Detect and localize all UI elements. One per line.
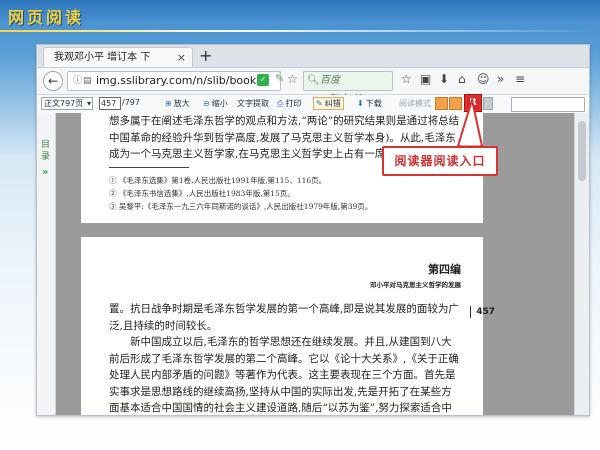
tab-title: 我观邓小平 增订本 下 bbox=[54, 52, 151, 63]
zoom-in-icon: ⊕ bbox=[165, 99, 172, 108]
slide-header-band bbox=[0, 0, 600, 34]
page-number: 457 bbox=[470, 306, 495, 318]
part-subtitle: 邓小平对马克思主义哲学的发展 bbox=[370, 281, 461, 289]
footnote-2: ② 《毛泽东书信选集》,人民出版社1983年版,第15页。 bbox=[109, 188, 295, 198]
grey-mode-icon[interactable] bbox=[483, 97, 493, 110]
page2-paragraph-1: 置。抗日战争时期是毛泽东哲学发展的第一个高峰,即是说其发展的面较为广泛,且持续的… bbox=[109, 303, 459, 332]
scrollbar-thumb[interactable] bbox=[578, 121, 586, 181]
single-page-mode-icon[interactable] bbox=[435, 97, 448, 110]
reading-area: 目录 » 想多属于在阐述毛泽东哲学的观点和方法,“两论”的研究结果则是通过将总结… bbox=[37, 113, 589, 415]
toolbar-search-input[interactable] bbox=[511, 97, 585, 112]
catalog-tab[interactable]: 目录 bbox=[41, 139, 51, 163]
star-icon[interactable]: ☆ bbox=[287, 72, 298, 86]
scrollbar[interactable] bbox=[574, 113, 589, 415]
info-icon: ⓘ bbox=[73, 76, 83, 86]
page-select[interactable]: 正文797页 bbox=[41, 97, 93, 110]
extend-icon[interactable]: » bbox=[497, 72, 504, 86]
chat-icon[interactable]: ☺ bbox=[477, 72, 490, 86]
leaf-icon[interactable]: ✎ bbox=[275, 72, 284, 85]
tab-bar: 我观邓小平 增订本 下 × + bbox=[37, 45, 589, 68]
edit-icon: ✎ bbox=[316, 99, 323, 108]
menu-icon[interactable]: ≡ bbox=[515, 72, 525, 86]
left-panel: 目录 » bbox=[37, 113, 56, 415]
download-icon[interactable]: ⬇ bbox=[439, 72, 449, 86]
print-button[interactable]: ⎙ 打印 bbox=[277, 98, 301, 109]
zoom-out-button[interactable]: ⊖ 缩小 bbox=[203, 98, 228, 109]
search-icon: 🔍︎ bbox=[307, 75, 320, 86]
new-tab-button[interactable]: + bbox=[199, 46, 212, 66]
reader-entry-callout: 阅读器阅读入口 bbox=[382, 146, 498, 176]
book-page-457: 第四编 邓小平对马克思主义哲学的发展 457 置。抗日战争时期是毛泽东哲学发展的… bbox=[81, 237, 495, 415]
zoom-out-icon: ⊖ bbox=[203, 99, 210, 108]
expand-icon[interactable]: » bbox=[42, 167, 48, 178]
read-mode-label: 阅读模式 bbox=[399, 99, 431, 108]
text-extract-button[interactable]: 文字提取 bbox=[237, 98, 269, 109]
page-number-input[interactable]: 457 bbox=[99, 97, 121, 110]
close-tab-icon[interactable]: × bbox=[177, 48, 186, 68]
address-bar[interactable]: ⓘ ▤ img.sslibrary.com/n/slib/book bbox=[67, 71, 281, 91]
search-input[interactable]: 🔍︎ 百度 <Ctrl+K> bbox=[303, 71, 393, 104]
download-arrow-icon: ⬇ bbox=[357, 99, 364, 108]
download-button[interactable]: ⬇ 下载 bbox=[357, 98, 382, 109]
part-title: 第四编 bbox=[428, 263, 461, 276]
footnote-divider bbox=[109, 166, 189, 168]
bookmark-star-icon[interactable]: ☆ bbox=[401, 72, 412, 86]
url-text: img.sslibrary.com/n/slib/book bbox=[96, 74, 257, 87]
page-icon: ▤ bbox=[83, 76, 92, 86]
clipboard-icon[interactable]: ▣ bbox=[420, 72, 431, 86]
double-page-mode-icon[interactable] bbox=[449, 97, 462, 110]
zoom-in-button[interactable]: ⊕ 放大 bbox=[165, 98, 190, 109]
footnote-3: ③ 吴黎平:《毛泽东一九三六年同斯诺的谈话》,人民出版社1979年版,第39页。 bbox=[109, 201, 373, 211]
browser-window: 我观邓小平 增订本 下 × + ← ⓘ ▤ img.sslibrary.com/… bbox=[36, 44, 590, 416]
page2-paragraph-2: 新中国成立以后,毛泽东的哲学思想还在继续发展。并且,从建国到八大前后形成了毛泽东… bbox=[109, 336, 459, 414]
print-icon: ⎙ bbox=[277, 99, 284, 108]
tab-book[interactable]: 我观邓小平 增订本 下 × bbox=[43, 47, 193, 67]
reader-entry-button[interactable]: R bbox=[464, 94, 482, 112]
slide-header-rule bbox=[0, 30, 600, 32]
page-total: /797 bbox=[122, 98, 140, 107]
slide-title: 网页阅读 bbox=[8, 8, 85, 27]
error-report-button[interactable]: ✎ 纠错 bbox=[313, 97, 344, 110]
home-icon[interactable]: ⌂ bbox=[458, 72, 466, 86]
shield-icon[interactable]: ✓ bbox=[257, 74, 269, 86]
navigation-bar: ← ⓘ ▤ img.sslibrary.com/n/slib/book ✓ ✎ … bbox=[37, 68, 589, 104]
reader-toolbar: 正文797页 457 /797 ⊕放大 ⊖缩小 文字提取 ⎙打印 ✎纠错 ⬇下载… bbox=[37, 94, 589, 114]
back-button[interactable]: ← bbox=[43, 71, 63, 91]
